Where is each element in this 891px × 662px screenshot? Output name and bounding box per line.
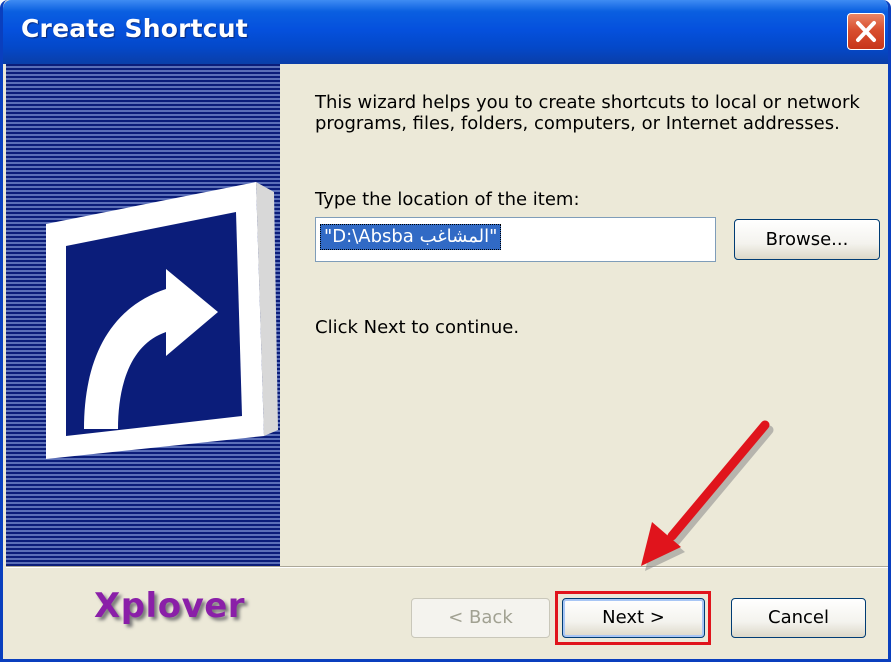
watermark-logo: Xplover — [94, 586, 246, 626]
location-label: Type the location of the item: — [315, 189, 580, 210]
wizard-content: This wizard helps you to create shortcut… — [280, 64, 888, 566]
close-icon — [856, 21, 876, 42]
back-button[interactable]: < Back — [411, 598, 550, 638]
location-input[interactable]: "D:\Absba المشاغب" — [315, 217, 716, 262]
continue-hint: Click Next to continue. — [315, 317, 520, 338]
dialog-body: This wizard helps you to create shortcut… — [6, 64, 888, 659]
wizard-intro-text: This wizard helps you to create shortcut… — [315, 92, 860, 134]
create-shortcut-dialog: Create Shortcut This wizard helps you to… — [0, 0, 891, 662]
title-bar[interactable]: Create Shortcut — [3, 0, 888, 64]
window-title: Create Shortcut — [21, 14, 248, 43]
close-button[interactable] — [847, 13, 885, 50]
dialog-footer: Xplover < Back Next > Cancel — [6, 568, 888, 659]
cancel-button[interactable]: Cancel — [731, 598, 866, 638]
shortcut-arrow-icon — [46, 182, 278, 459]
location-input-value: "D:\Absba المشاغب" — [320, 224, 502, 250]
browse-button[interactable]: Browse... — [734, 219, 880, 260]
next-button-highlight — [555, 591, 711, 645]
wizard-banner — [6, 64, 280, 566]
